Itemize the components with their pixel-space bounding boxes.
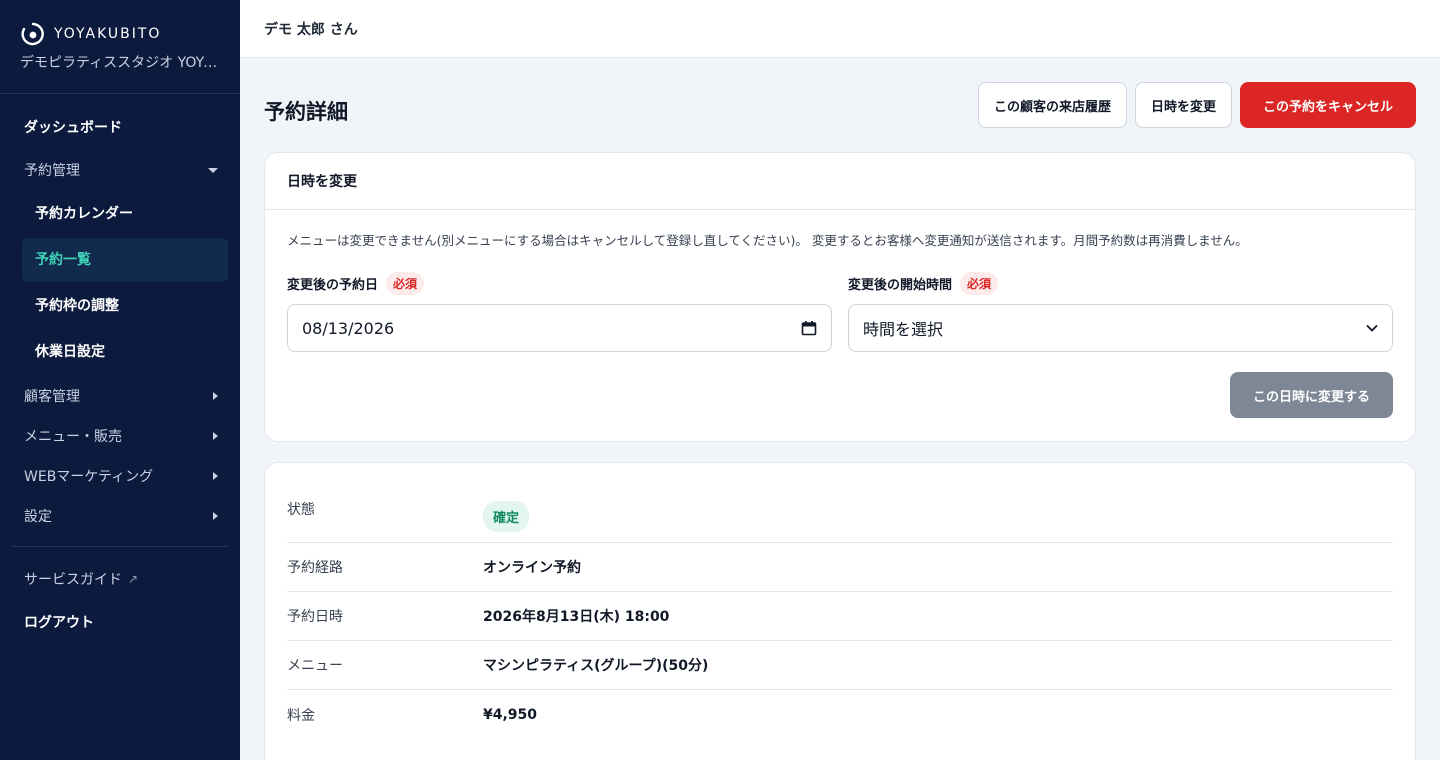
caret-right-icon <box>213 512 218 520</box>
detail-row-status: 状態 確定 <box>287 485 1393 543</box>
header-actions: この顧客の来店履歴 日時を変更 この予約をキャンセル <box>977 82 1416 128</box>
sidebar-group-reservation[interactable]: 予約管理 <box>0 150 240 190</box>
time-label-row: 変更後の開始時間 必須 <box>848 270 1393 296</box>
detail-key: メニュー <box>287 658 343 674</box>
time-select-value: 時間を選択 <box>863 320 944 339</box>
caret-right-icon <box>213 392 218 400</box>
date-label-row: 変更後の予約日 必須 <box>287 270 832 296</box>
date-value: 08/13/2026 <box>302 318 395 338</box>
external-link-icon: ↗ <box>128 572 139 586</box>
status-badge: 確定 <box>483 501 530 532</box>
calendar-icon[interactable] <box>801 320 817 336</box>
logout-link[interactable]: ログアウト <box>0 601 240 645</box>
detail-row-channel: 予約経路 オンライン予約 <box>287 543 1393 592</box>
date-input[interactable]: 08/13/2026 <box>287 304 832 352</box>
sidebar-item-calendar[interactable]: 予約カレンダー <box>22 192 228 236</box>
apply-reschedule-button[interactable]: この日時に変更する <box>1229 372 1393 418</box>
detail-key: 予約経路 <box>287 560 343 576</box>
detail-value: オンライン予約 <box>483 560 581 576</box>
caret-right-icon <box>213 472 218 480</box>
sidebar-group-web-marketing[interactable]: WEBマーケティング <box>0 456 240 496</box>
detail-value: ¥4,950 <box>483 706 538 723</box>
sidebar-group-label: 顧客管理 <box>24 389 80 405</box>
main-content: 予約詳細 この顧客の来店履歴 日時を変更 この予約をキャンセル 日時を変更 メニ… <box>240 58 1440 760</box>
topbar: デモ 太郎 さん <box>240 0 1440 58</box>
brand: YOYAKUBITO デモピラティススタジオ YOYAKUBITO <box>0 0 240 94</box>
page-header: 予約詳細 この顧客の来店履歴 日時を変更 この予約をキャンセル <box>264 58 1416 152</box>
chevron-down-icon <box>1366 324 1378 332</box>
detail-value: 2026年8月13日(木) 18:00 <box>483 609 670 625</box>
sidebar-divider <box>12 546 228 547</box>
detail-key: 料金 <box>287 707 315 724</box>
sidebar-item-slot-adjust[interactable]: 予約枠の調整 <box>22 284 228 328</box>
page-title: 予約詳細 <box>264 100 348 124</box>
reschedule-card-title: 日時を変更 <box>265 153 1415 210</box>
detail-key: 予約日時 <box>287 609 343 625</box>
sidebar-group-menu-sales[interactable]: メニュー・販売 <box>0 416 240 456</box>
detail-key: 状態 <box>287 502 315 518</box>
required-badge: 必須 <box>386 271 425 295</box>
reschedule-card: 日時を変更 メニューは変更できません(別メニューにする場合はキャンセルして登録し… <box>264 152 1416 442</box>
detail-row-price: 料金 ¥4,950 <box>287 690 1393 739</box>
sidebar-group-label: 設定 <box>24 509 52 525</box>
reschedule-card-body: メニューは変更できません(別メニューにする場合はキャンセルして登録し直してくださ… <box>265 210 1415 418</box>
brand-name: YOYAKUBITO <box>54 26 162 42</box>
sidebar-item-dashboard[interactable]: ダッシュボード <box>0 106 240 150</box>
reservation-detail-card: 状態 確定 予約経路 オンライン予約 予約日時 2026年8月13日(木) 18… <box>264 462 1416 760</box>
studio-name: デモピラティススタジオ YOYAKUBITO <box>20 55 220 71</box>
detail-row-datetime: 予約日時 2026年8月13日(木) 18:00 <box>287 592 1393 641</box>
time-column: 変更後の開始時間 必須 時間を選択 <box>848 270 1393 352</box>
submit-row: この日時に変更する <box>287 372 1393 418</box>
logo-icon <box>21 22 44 46</box>
date-column: 変更後の予約日 必須 08/13/2026 <box>287 270 832 352</box>
time-label: 変更後の開始時間 <box>848 277 953 293</box>
sidebar-group-label: WEBマーケティング <box>24 469 154 485</box>
detail-value: マシンピラティス(グループ)(50分) <box>483 658 709 674</box>
sidebar-group-label: 予約管理 <box>24 163 80 179</box>
reschedule-notice: メニューは変更できません(別メニューにする場合はキャンセルして登録し直してくださ… <box>287 233 1248 248</box>
visit-history-button[interactable]: この顧客の来店履歴 <box>977 82 1127 128</box>
reschedule-form-row: 変更後の予約日 必須 08/13/2026 変更後の開始時間 必須 時間を選択 <box>287 270 1393 352</box>
sidebar-item-holidays[interactable]: 休業日設定 <box>22 330 228 374</box>
sidebar-group-settings[interactable]: 設定 <box>0 496 240 536</box>
caret-right-icon <box>213 432 218 440</box>
detail-row-menu: メニュー マシンピラティス(グループ)(50分) <box>287 641 1393 690</box>
time-select[interactable]: 時間を選択 <box>848 304 1393 352</box>
cancel-reservation-button[interactable]: この予約をキャンセル <box>1239 82 1416 128</box>
sidebar-nav: ダッシュボード 予約管理 予約カレンダー 予約一覧 予約枠の調整 休業日設定 顧… <box>0 94 240 645</box>
sidebar-item-service-guide[interactable]: サービスガイド ↗ <box>0 557 240 601</box>
user-name[interactable]: デモ 太郎 さん <box>264 19 358 39</box>
sidebar-group-customers[interactable]: 顧客管理 <box>0 376 240 416</box>
caret-down-icon <box>208 167 218 173</box>
service-guide-label: サービスガイド <box>24 572 122 588</box>
sidebar-item-reservation-list[interactable]: 予約一覧 <box>22 238 228 282</box>
reschedule-button[interactable]: 日時を変更 <box>1134 82 1232 128</box>
sidebar-group-label: メニュー・販売 <box>24 429 122 445</box>
required-badge: 必須 <box>960 271 999 295</box>
date-label: 変更後の予約日 <box>287 277 379 293</box>
sidebar: YOYAKUBITO デモピラティススタジオ YOYAKUBITO ダッシュボー… <box>0 0 240 760</box>
brand-row: YOYAKUBITO <box>20 22 220 46</box>
